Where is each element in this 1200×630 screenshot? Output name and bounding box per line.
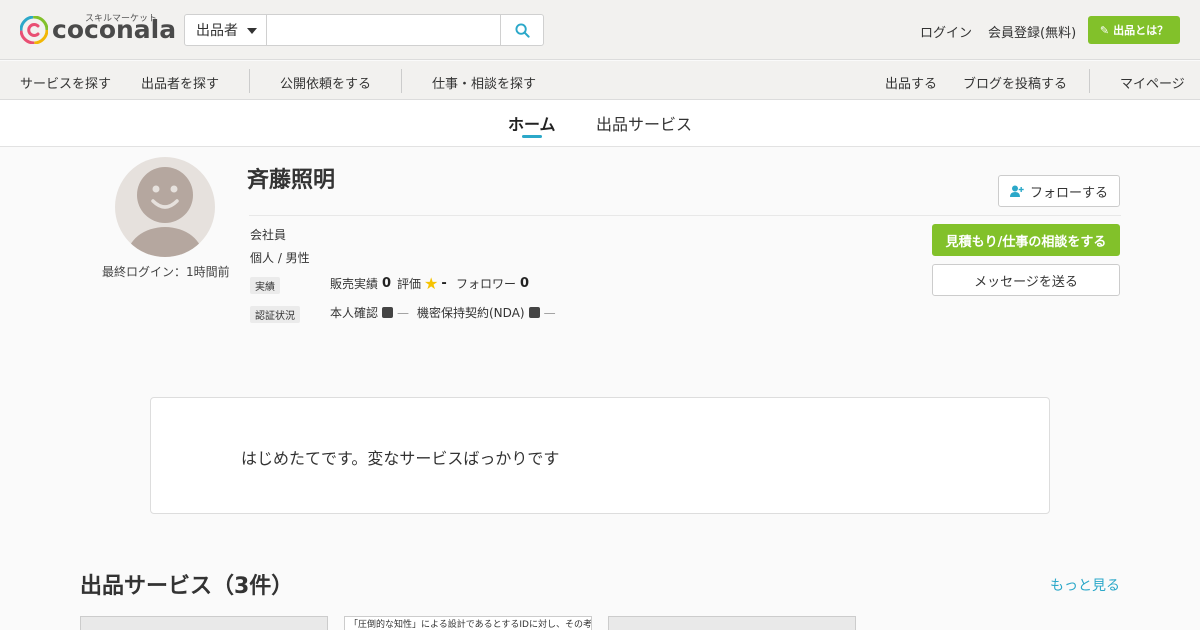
sales-label: 販売実績 (330, 277, 379, 291)
search-category-label: 出品者 (196, 23, 238, 39)
identity-verification: 本人確認 — (330, 304, 409, 321)
type-gender: 個人 / 男性 (250, 251, 310, 265)
nav-find-jobs[interactable]: 仕事・相談を探す (432, 73, 536, 92)
rating: 評価 ★ - (397, 275, 447, 292)
followers: フォロワー 0 (456, 275, 529, 292)
follow-label: フォローする (1029, 185, 1108, 201)
self-introduction-box: はじめたてです。変なサービスばっかりです (150, 397, 1050, 514)
followers-label: フォロワー (456, 277, 517, 291)
site-header: スキルマーケット coconala 出品者 ログイン 会員登録(無料) ✎ 出品… (0, 0, 1200, 60)
verification-tag: 認証状況 (250, 306, 300, 323)
default-avatar-icon (127, 167, 203, 257)
logo-mark-icon (19, 15, 49, 45)
identity-status: — (397, 305, 410, 320)
coconala-logo[interactable]: スキルマーケット coconala (19, 12, 176, 48)
nav-sell[interactable]: 出品する (885, 73, 937, 92)
nav-divider (1089, 69, 1090, 93)
search-category-select[interactable]: 出品者 (185, 15, 267, 45)
rating-value: - (441, 276, 447, 291)
profile-name: 斉藤照明 (247, 168, 336, 193)
last-login: 最終ログイン：1時間前 (102, 265, 230, 279)
login-link[interactable]: ログイン (920, 22, 972, 41)
nav-divider (401, 69, 402, 93)
about-selling-label: 出品とは？ (1113, 24, 1169, 37)
self-introduction-text: はじめたてです。変なサービスばっかりです (241, 449, 560, 468)
search-icon (514, 22, 530, 38)
nav-post-request[interactable]: 公開依頼をする (280, 73, 371, 92)
nda-status: — (543, 305, 556, 320)
register-link[interactable]: 会員登録(無料) (988, 22, 1076, 41)
placeholder-thumbnail-icon (609, 617, 856, 630)
profile-tabs: ホーム 出品サービス (0, 100, 1200, 147)
nda-verification: 機密保持契約(NDA) — (417, 304, 556, 321)
sub-navigation: サービスを探す 出品者を探す 公開依頼をする 仕事・相談を探す 出品する ブログ… (0, 61, 1200, 100)
avatar (115, 157, 215, 257)
record-tag: 実績 (250, 277, 280, 294)
nav-find-services[interactable]: サービスを探す (20, 73, 111, 92)
tab-home[interactable]: ホーム (508, 111, 556, 135)
add-user-icon (1009, 185, 1024, 197)
search-input[interactable] (267, 15, 500, 45)
active-tab-indicator (522, 135, 542, 138)
id-card-icon (382, 307, 394, 318)
see-more-link[interactable]: もっと見る (1050, 575, 1120, 595)
services-section-title: 出品サービス（3件） (80, 574, 294, 599)
rating-label: 評価 (397, 277, 422, 291)
nav-divider (249, 69, 250, 93)
nav-mypage[interactable]: マイページ (1120, 73, 1185, 92)
occupation: 会社員 (250, 228, 287, 242)
service-card[interactable] (608, 616, 856, 630)
star-icon: ★ (424, 273, 439, 293)
nda-label: 機密保持契約(NDA) (417, 306, 525, 320)
profile-divider (249, 215, 1121, 216)
about-selling-button[interactable]: ✎ 出品とは？ (1088, 16, 1180, 44)
nav-find-sellers[interactable]: 出品者を探す (141, 73, 219, 92)
pencil-icon: ✎ (1099, 23, 1110, 37)
tab-services[interactable]: 出品サービス (596, 111, 692, 135)
search-bar: 出品者 (184, 14, 544, 46)
follow-button[interactable]: フォローする (998, 175, 1120, 207)
send-message-button[interactable]: メッセージを送る (932, 264, 1120, 296)
identity-label: 本人確認 (330, 306, 379, 320)
lock-icon (528, 307, 540, 318)
search-button[interactable] (500, 15, 543, 45)
placeholder-thumbnail-icon (81, 617, 328, 630)
sales-record: 販売実績 0 (330, 275, 391, 292)
service-card[interactable]: 「圧倒的な知性」による設計であるとするIDに対し、その考 (344, 616, 592, 630)
followers-value: 0 (520, 276, 530, 291)
service-card[interactable] (80, 616, 328, 630)
logo-tagline: スキルマーケット (85, 14, 158, 24)
service-card-caption: 「圧倒的な知性」による設計であるとするIDに対し、その考 (349, 620, 592, 630)
sales-value: 0 (382, 276, 392, 291)
request-quote-button[interactable]: 見積もり/仕事の相談をする (932, 224, 1120, 256)
chevron-down-icon (247, 28, 257, 34)
nav-post-blog[interactable]: ブログを投稿する (963, 73, 1067, 92)
